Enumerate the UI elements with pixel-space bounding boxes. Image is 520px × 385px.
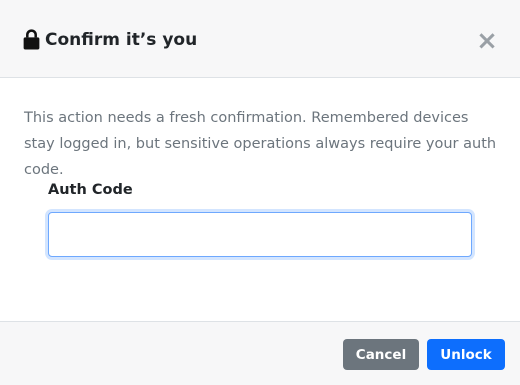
- dialog-body: This action needs a fresh confirmation. …: [0, 78, 520, 321]
- close-button[interactable]: ×: [476, 27, 498, 55]
- auth-code-label: Auth Code: [48, 182, 133, 198]
- lock-icon: [23, 28, 40, 49]
- dialog-title-group: Confirm it’s you: [23, 28, 197, 52]
- confirm-dialog: Confirm it’s you × This action needs a f…: [0, 0, 520, 385]
- cancel-button[interactable]: Cancel: [343, 339, 419, 370]
- auth-code-input[interactable]: [48, 212, 472, 257]
- unlock-button[interactable]: Unlock: [427, 339, 505, 370]
- dialog-title: Confirm it’s you: [45, 30, 198, 50]
- dialog-footer: Cancel Unlock: [0, 321, 520, 385]
- dialog-description: This action needs a fresh confirmation. …: [24, 110, 497, 178]
- dialog-header: Confirm it’s you ×: [0, 0, 520, 78]
